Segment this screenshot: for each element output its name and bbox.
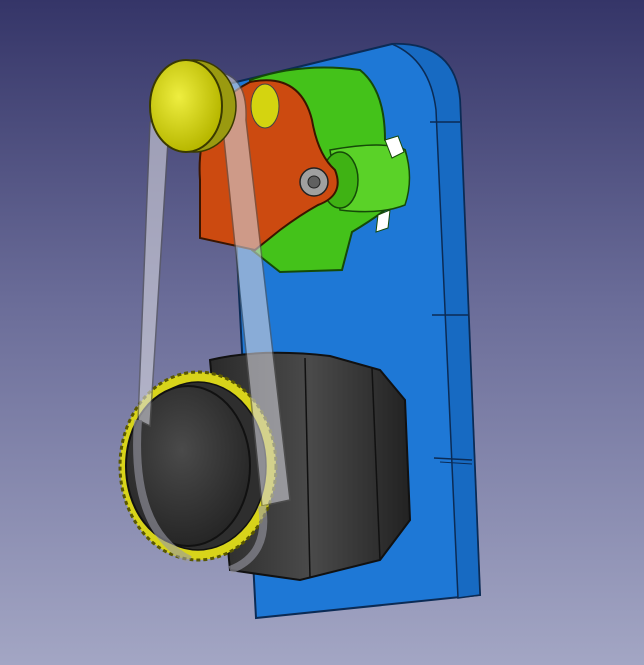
model-scene[interactable] bbox=[0, 0, 644, 665]
3d-viewport[interactable] bbox=[0, 0, 644, 665]
small-pulley-cap[interactable] bbox=[149, 59, 237, 153]
